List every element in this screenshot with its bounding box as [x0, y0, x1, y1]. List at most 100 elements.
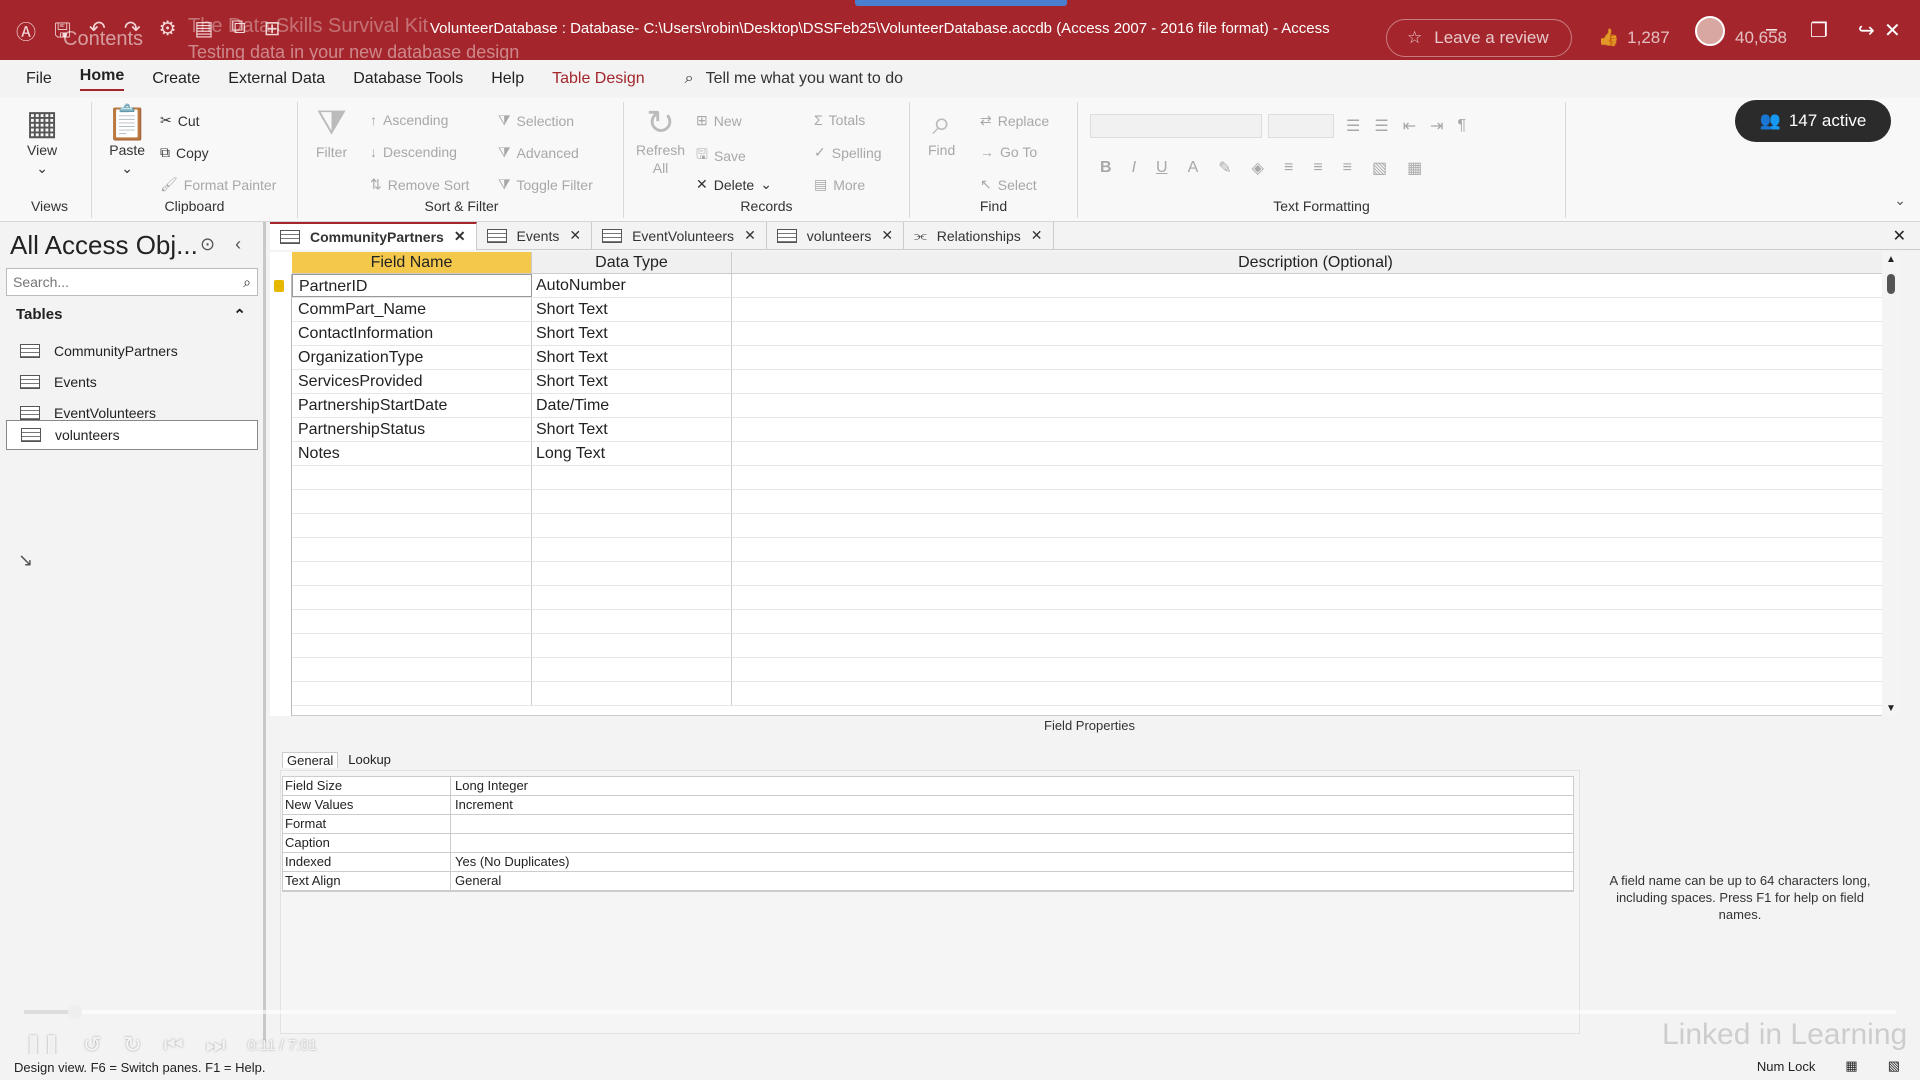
- qat-tool-icon[interactable]: ⚙: [159, 16, 177, 50]
- property-value[interactable]: [451, 815, 1573, 833]
- description-cell[interactable]: [732, 562, 1900, 585]
- table-row[interactable]: [292, 490, 1900, 514]
- data-type-cell[interactable]: Long Text: [532, 442, 732, 465]
- share-icon[interactable]: ↪: [1858, 18, 1875, 43]
- data-type-cell[interactable]: Short Text: [532, 298, 732, 321]
- property-row[interactable]: Indexed Yes (No Duplicates): [283, 853, 1573, 872]
- selection-button[interactable]: ⧩ Selection: [498, 112, 574, 129]
- delete-button[interactable]: ✕ Delete ⌄: [696, 176, 772, 193]
- doc-tab-communitypartners[interactable]: CommunityPartners ✕: [270, 221, 477, 250]
- field-name-cell[interactable]: PartnershipStatus: [292, 418, 532, 441]
- property-row[interactable]: Caption: [283, 834, 1573, 853]
- description-cell[interactable]: [732, 634, 1900, 657]
- select-button[interactable]: ↖ Select: [980, 176, 1037, 193]
- table-row[interactable]: PartnershipStatus Short Text: [292, 418, 1900, 442]
- search-icon[interactable]: ⌕: [243, 274, 251, 291]
- nav-options-icon[interactable]: ⊙: [200, 234, 215, 255]
- table-row[interactable]: Notes Long Text: [292, 442, 1900, 466]
- scrollbar-thumb[interactable]: [1887, 274, 1895, 294]
- underline-icon[interactable]: U: [1156, 159, 1168, 177]
- data-type-cell[interactable]: [532, 682, 732, 705]
- field-name-cell[interactable]: [292, 490, 532, 513]
- property-row[interactable]: New Values Increment: [283, 796, 1573, 815]
- doc-tab-relationships[interactable]: ⫘ Relationships ✕: [904, 221, 1054, 250]
- description-cell[interactable]: [732, 274, 1900, 297]
- table-row[interactable]: [292, 466, 1900, 490]
- property-row[interactable]: Text Align General: [283, 872, 1573, 891]
- cut-button[interactable]: ✂ Cut: [160, 112, 200, 129]
- field-name-cell[interactable]: [292, 562, 532, 585]
- nav-table-communitypartners[interactable]: CommunityPartners: [6, 336, 258, 366]
- description-cell[interactable]: [732, 442, 1900, 465]
- data-type-cell[interactable]: Short Text: [532, 322, 732, 345]
- collapse-nav-icon[interactable]: ‹: [235, 234, 241, 255]
- nav-table-volunteers[interactable]: volunteers: [6, 420, 258, 450]
- property-value[interactable]: Increment: [451, 796, 1573, 814]
- field-name-cell[interactable]: CommPart_Name: [292, 298, 532, 321]
- close-tab-icon[interactable]: ✕: [569, 227, 581, 244]
- field-name-cell[interactable]: OrganizationType: [292, 346, 532, 369]
- spelling-button[interactable]: ✓ Spelling: [814, 144, 882, 161]
- data-type-cell[interactable]: [532, 490, 732, 513]
- save-record-button[interactable]: 🖫 Save: [696, 144, 746, 168]
- video-progress-bar[interactable]: [24, 1005, 1896, 1019]
- field-name-cell[interactable]: Notes: [292, 442, 532, 465]
- filter-button[interactable]: ⧩ Filter: [316, 106, 347, 160]
- font-name-dropdown[interactable]: [1090, 114, 1262, 138]
- italic-icon[interactable]: I: [1132, 159, 1136, 177]
- doc-tab-eventvolunteers[interactable]: EventVolunteers ✕: [592, 221, 767, 250]
- description-cell[interactable]: [732, 370, 1900, 393]
- data-type-cell[interactable]: Short Text: [532, 370, 732, 393]
- totals-button[interactable]: Σ Totals: [814, 112, 865, 128]
- ascending-button[interactable]: ↑ Ascending: [370, 112, 448, 128]
- close-document-icon[interactable]: ✕: [1893, 226, 1906, 246]
- field-name-cell[interactable]: [292, 610, 532, 633]
- data-type-cell[interactable]: [532, 634, 732, 657]
- description-cell[interactable]: [732, 610, 1900, 633]
- table-row[interactable]: ContactInformation Short Text: [292, 322, 1900, 346]
- description-cell[interactable]: [732, 322, 1900, 345]
- table-row[interactable]: [292, 682, 1900, 706]
- doc-tab-volunteers[interactable]: volunteers ✕: [767, 221, 905, 250]
- description-cell[interactable]: [732, 346, 1900, 369]
- active-users-badge[interactable]: 👥 147 active: [1735, 100, 1891, 142]
- find-button[interactable]: ⌕ Find: [928, 106, 955, 158]
- toggle-filter-button[interactable]: ⧩ Toggle Filter: [498, 176, 593, 193]
- table-row[interactable]: CommPart_Name Short Text: [292, 298, 1900, 322]
- gridlines-icon[interactable]: ▦: [1407, 158, 1422, 178]
- data-type-cell[interactable]: AutoNumber: [532, 274, 732, 297]
- data-type-cell[interactable]: [532, 586, 732, 609]
- increase-indent-icon[interactable]: ⇥: [1430, 116, 1443, 136]
- highlight-icon[interactable]: ✎: [1218, 158, 1231, 178]
- property-row[interactable]: Field Size Long Integer: [283, 777, 1573, 796]
- table-row[interactable]: [292, 634, 1900, 658]
- tab-database-tools[interactable]: Database Tools: [353, 70, 463, 88]
- scroll-down-icon[interactable]: ▼: [1886, 703, 1896, 714]
- datasheet-view-icon[interactable]: ▧: [1888, 1058, 1900, 1074]
- table-row[interactable]: ServicesProvided Short Text: [292, 370, 1900, 394]
- field-name-cell[interactable]: [292, 586, 532, 609]
- paste-button[interactable]: 📋 Paste ⌄: [106, 106, 148, 177]
- remove-sort-button[interactable]: ⇅ Remove Sort: [370, 176, 469, 193]
- data-type-cell[interactable]: Short Text: [532, 346, 732, 369]
- description-cell[interactable]: [732, 586, 1900, 609]
- table-row[interactable]: [292, 538, 1900, 562]
- close-icon[interactable]: ✕: [1884, 18, 1901, 43]
- bullets-icon[interactable]: ☰: [1346, 116, 1360, 136]
- field-name-cell[interactable]: [292, 658, 532, 681]
- fill-color-icon[interactable]: ◈: [1252, 158, 1264, 178]
- close-tab-icon[interactable]: ✕: [881, 227, 893, 244]
- likes-count[interactable]: 👍 1,287: [1598, 28, 1670, 48]
- rtl-icon[interactable]: ¶: [1458, 117, 1467, 135]
- data-type-cell[interactable]: Short Text: [532, 418, 732, 441]
- tab-create[interactable]: Create: [152, 70, 200, 88]
- decrease-indent-icon[interactable]: ⇤: [1403, 116, 1416, 136]
- data-type-cell[interactable]: [532, 538, 732, 561]
- table-row[interactable]: [292, 610, 1900, 634]
- copy-button[interactable]: ⧉ Copy: [160, 144, 209, 161]
- table-row[interactable]: PartnerID AutoNumber: [292, 274, 1900, 298]
- font-size-dropdown[interactable]: [1268, 114, 1334, 138]
- data-type-cell[interactable]: [532, 658, 732, 681]
- description-cell[interactable]: [732, 490, 1900, 513]
- close-tab-icon[interactable]: ✕: [1031, 227, 1043, 244]
